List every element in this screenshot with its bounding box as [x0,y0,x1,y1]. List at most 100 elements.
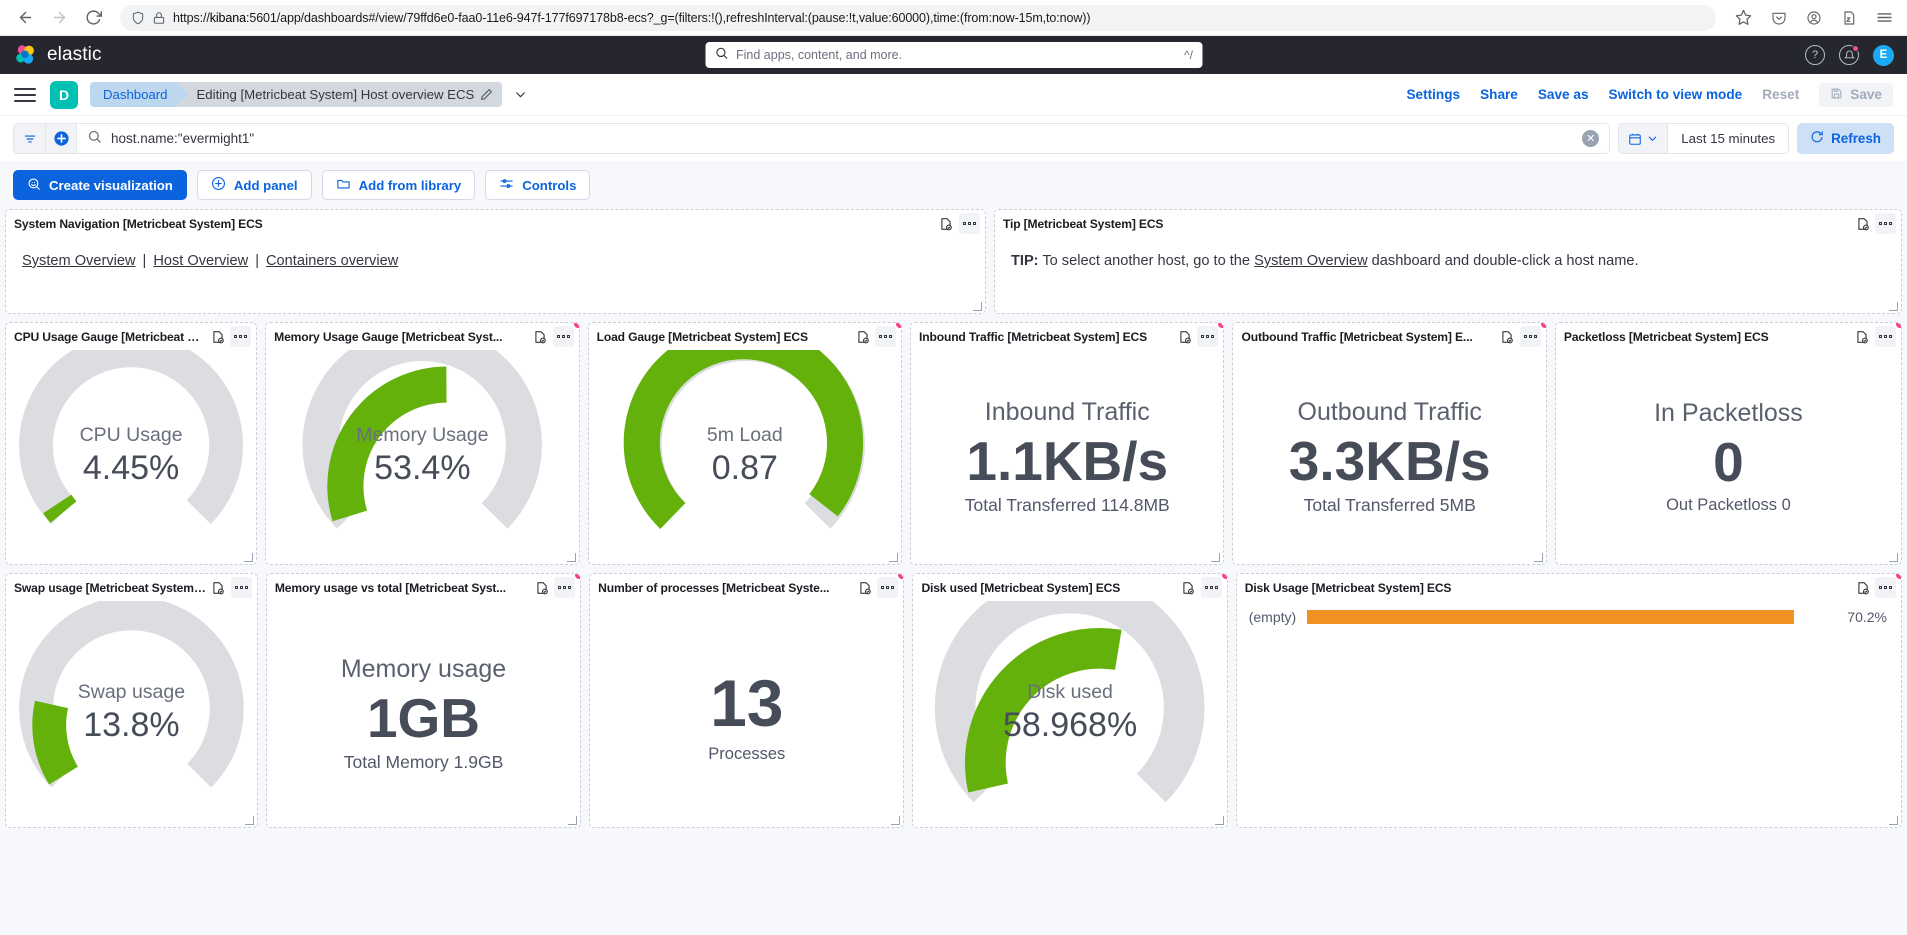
pencil-icon[interactable] [480,88,493,101]
drag-indicator-dot[interactable] [1221,574,1227,579]
add-panel-button[interactable]: Add panel [196,170,312,200]
ellipsis-icon[interactable] [1875,213,1896,234]
panel-packetloss[interactable]: Packetloss [Metricbeat System] ECS In Pa… [1554,322,1902,565]
saved-object-icon[interactable] [207,326,228,347]
link-containers-overview[interactable]: Containers overview [266,251,398,272]
breadcrumb-current[interactable]: Editing [Metricbeat System] Host overvie… [176,82,503,107]
save-button[interactable]: Save [1819,82,1893,107]
clear-x-icon[interactable]: ✕ [1582,130,1600,147]
ellipsis-icon[interactable] [1874,326,1896,347]
space-avatar[interactable]: D [50,80,78,109]
panel-number-of-processes[interactable]: Number of processes [Metricbeat Syste...… [589,573,905,828]
ellipsis-icon[interactable] [1200,577,1222,598]
hamburger-menu-icon[interactable] [1871,5,1897,31]
add-from-library-button[interactable]: Add from library [321,170,476,200]
ellipsis-icon[interactable] [230,326,252,347]
date-picker[interactable]: Last 15 minutes [1618,123,1790,154]
tip-link[interactable]: System Overview [1254,253,1368,269]
reload-icon[interactable] [78,3,108,33]
pocket-icon[interactable] [1766,5,1792,31]
bell-icon[interactable] [1839,45,1859,65]
reset-button[interactable]: Reset [1762,87,1799,102]
extensions-icon[interactable] [1836,5,1862,31]
ellipsis-icon[interactable] [877,577,899,598]
ellipsis-icon[interactable] [958,213,980,234]
ellipsis-icon[interactable] [554,577,576,598]
drag-indicator-dot[interactable] [573,323,579,328]
saved-object-icon[interactable] [854,577,875,598]
settings-button[interactable]: Settings [1406,87,1460,102]
help-circle-icon[interactable]: ? [1805,45,1825,65]
resize-handle-icon[interactable] [1211,553,1221,562]
panel-swap-usage[interactable]: Swap usage [Metricbeat System] ECS Swap … [5,573,258,828]
ellipsis-icon[interactable] [552,326,574,347]
resize-handle-icon[interactable] [1888,553,1898,562]
bar-fill[interactable] [1307,610,1794,624]
saved-object-icon[interactable] [1174,326,1195,347]
panel-disk-used[interactable]: Disk used [Metricbeat System] ECS Disk u… [912,573,1228,828]
panel-memory-usage-gauge[interactable]: Memory Usage Gauge [Metricbeat Syst... M… [265,322,580,565]
panel-outbound-traffic[interactable]: Outbound Traffic [Metricbeat System] E..… [1232,322,1547,565]
saved-object-icon[interactable] [1852,326,1873,347]
resize-handle-icon[interactable] [891,816,901,825]
panel-disk-usage[interactable]: Disk Usage [Metricbeat System] ECS (empt… [1235,573,1902,828]
panel-memory-usage-vs-total[interactable]: Memory usage vs total [Metricbeat Syst..… [265,573,582,828]
saved-object-icon[interactable] [208,577,229,598]
drag-indicator-dot[interactable] [1895,323,1901,328]
breadcrumb-dashboard[interactable]: Dashboard [90,82,187,107]
panel-system-navigation[interactable]: System Navigation [Metricbeat System] EC… [5,209,986,314]
link-system-overview[interactable]: System Overview [22,251,136,272]
saved-object-icon[interactable] [936,213,957,234]
resize-handle-icon[interactable] [244,553,254,562]
saved-object-icon[interactable] [530,326,551,347]
panel-tip[interactable]: Tip [Metricbeat System] ECS TIP: To sele… [993,209,1902,314]
resize-handle-icon[interactable] [972,302,982,311]
filter-icon[interactable] [13,123,45,154]
elastic-logo[interactable]: elastic [14,43,102,67]
avatar[interactable]: E [1873,44,1894,66]
refresh-button[interactable]: Refresh [1797,123,1894,154]
star-icon[interactable] [1728,3,1758,33]
drag-indicator-dot[interactable] [575,574,581,579]
resize-handle-icon[interactable] [1889,816,1898,825]
ellipsis-icon[interactable] [1519,326,1541,347]
panel-cpu-usage-gauge[interactable]: CPU Usage Gauge [Metricbeat System] ... … [5,322,258,565]
drag-indicator-dot[interactable] [896,323,902,328]
resize-handle-icon[interactable] [568,816,578,825]
add-filter-button[interactable] [45,123,77,154]
saved-object-icon[interactable] [852,326,873,347]
saved-object-icon[interactable] [1178,577,1199,598]
nav-menu-icon[interactable] [14,87,36,102]
account-icon[interactable] [1801,5,1827,31]
link-host-overview[interactable]: Host Overview [153,251,248,272]
resize-handle-icon[interactable] [1889,302,1898,311]
forward-arrow-icon[interactable] [44,3,74,33]
saved-object-icon[interactable] [531,577,552,598]
saved-object-icon[interactable] [1852,577,1873,598]
saved-object-icon[interactable] [1852,213,1873,234]
save-as-button[interactable]: Save as [1538,87,1589,102]
drag-indicator-dot[interactable] [898,574,904,579]
switch-to-view-mode-button[interactable]: Switch to view mode [1609,87,1743,102]
global-search-input[interactable]: Find apps, content, and more. ^/ [705,42,1202,68]
calendar-icon[interactable] [1619,124,1669,153]
panel-inbound-traffic[interactable]: Inbound Traffic [Metricbeat System] ECS … [910,322,1225,565]
ellipsis-icon[interactable] [1197,326,1219,347]
drag-indicator-dot[interactable] [1540,323,1546,328]
resize-handle-icon[interactable] [889,553,899,562]
ellipsis-icon[interactable] [230,577,252,598]
chevron-down-icon[interactable] [514,88,527,101]
create-visualization-button[interactable]: Create visualization [13,170,187,200]
url-bar[interactable]: https://kibana:5601/app/dashboards#/view… [120,4,1716,31]
resize-handle-icon[interactable] [566,553,576,562]
controls-button[interactable]: Controls [485,170,591,200]
drag-indicator-dot[interactable] [1218,323,1224,328]
resize-handle-icon[interactable] [1214,816,1224,825]
resize-handle-icon[interactable] [1533,553,1543,562]
date-range-label[interactable]: Last 15 minutes [1668,131,1788,146]
ellipsis-icon[interactable] [875,326,897,347]
saved-object-icon[interactable] [1497,326,1518,347]
back-arrow-icon[interactable] [10,3,40,33]
share-button[interactable]: Share [1480,87,1518,102]
ellipsis-icon[interactable] [1875,577,1896,598]
